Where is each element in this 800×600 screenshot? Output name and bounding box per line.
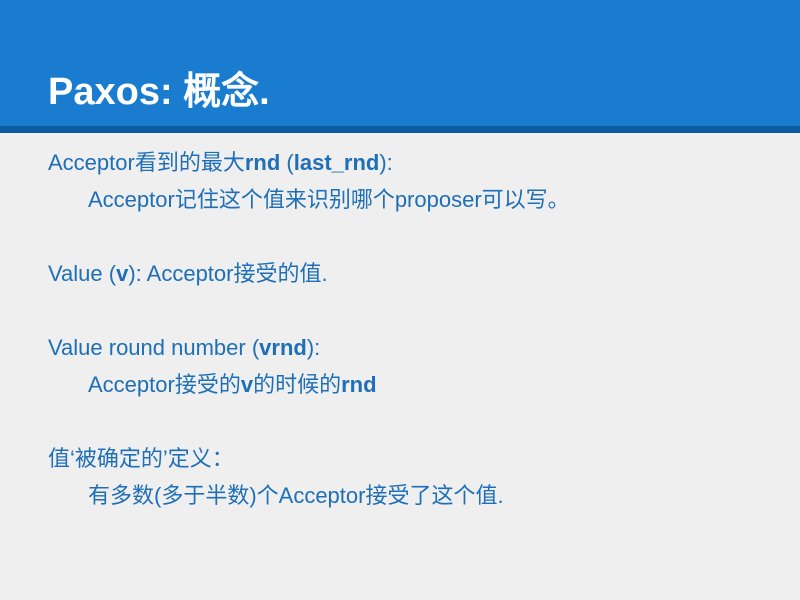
bullet-chosen-detail: 有多数(多于半数)个Acceptor接受了这个值.	[88, 480, 504, 512]
title-bar: Paxos: 概念.	[0, 0, 800, 126]
text-run: Acceptor记住这个值来识别哪个proposer可以写。	[88, 187, 570, 212]
term-rnd: rnd	[341, 372, 377, 397]
bullet-last-rnd-heading: Acceptor看到的最大rnd (last_rnd):	[48, 147, 393, 179]
bullet-vrnd-heading: Value round number (vrnd):	[48, 332, 320, 364]
title-divider	[0, 126, 800, 133]
slide-title: Paxos: 概念.	[48, 71, 270, 113]
term-rnd: rnd	[244, 150, 281, 175]
bullet-vrnd-detail: Acceptor接受的v的时候的rnd	[88, 369, 377, 401]
text-run: Value round number (	[48, 335, 260, 360]
text-run: Acceptor接受的	[88, 372, 241, 397]
bullet-last-rnd-detail: Acceptor记住这个值来识别哪个proposer可以写。	[88, 184, 570, 216]
term-v: v	[240, 372, 254, 397]
text-run: ): Acceptor接受的值.	[128, 261, 328, 286]
text-run: 的时候的	[253, 372, 342, 397]
text-run: ):	[379, 150, 393, 175]
bullet-value-heading: Value (v): Acceptor接受的值.	[48, 258, 328, 290]
text-run: Value (	[48, 261, 117, 286]
text-run: ):	[306, 335, 321, 360]
text-run: 有多数(多于半数)个Acceptor接受了这个值.	[88, 483, 504, 508]
text-run: 值‘被确定的’定义：	[48, 446, 234, 471]
text-run: Acceptor看到的最大	[48, 150, 245, 175]
slide: Paxos: 概念. Acceptor看到的最大rnd (last_rnd): …	[0, 0, 800, 600]
term-v: v	[116, 261, 129, 286]
term-vrnd: vrnd	[259, 335, 307, 360]
term-last-rnd: last_rnd	[293, 150, 380, 175]
bullet-chosen-heading: 值‘被确定的’定义：	[48, 443, 234, 475]
text-run: (	[280, 150, 294, 175]
